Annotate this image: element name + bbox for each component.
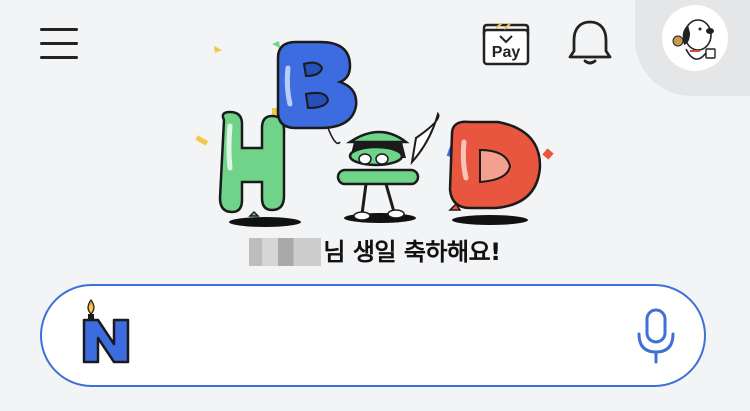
- mascot-character: [336, 111, 440, 221]
- balloon-b: [276, 40, 358, 145]
- confetti: [214, 46, 222, 53]
- balloon-d: [448, 120, 542, 211]
- menu-line: [40, 28, 78, 31]
- birthday-illustration: [195, 40, 554, 227]
- confetti: [542, 148, 554, 160]
- greeting-text: 님 생일 축하해요!: [323, 238, 501, 266]
- snoopy-avatar: [672, 19, 716, 60]
- voice-search-button[interactable]: [634, 306, 678, 366]
- notification-button[interactable]: [565, 18, 615, 66]
- birthday-greeting: 님 생일 축하해요!: [0, 232, 750, 267]
- balloon-h: [218, 110, 286, 217]
- microphone-icon: [637, 308, 675, 364]
- menu-line: [40, 42, 78, 45]
- menu-line: [40, 56, 78, 59]
- confetti: [195, 135, 209, 146]
- profile-avatar[interactable]: [662, 5, 728, 71]
- bell-icon: [568, 20, 612, 65]
- search-box[interactable]: [40, 284, 706, 387]
- confetti: [272, 41, 280, 48]
- menu-button[interactable]: [38, 24, 82, 64]
- naver-n-candle-logo: [82, 298, 130, 364]
- blurred-user-name: [249, 238, 322, 266]
- search-input[interactable]: [150, 310, 624, 362]
